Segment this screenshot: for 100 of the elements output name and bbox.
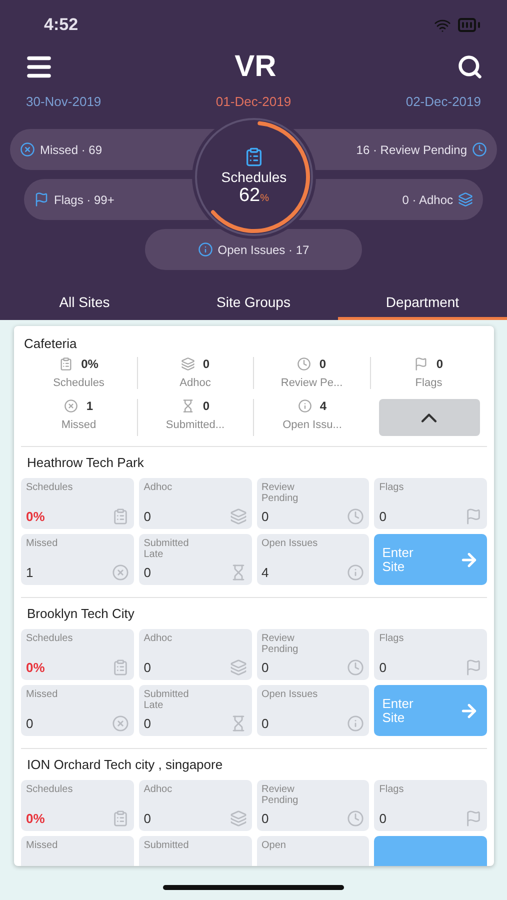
summary-value: 0 bbox=[180, 399, 210, 413]
tile-label: Submitted Late bbox=[144, 689, 190, 711]
tile-label: Missed bbox=[26, 689, 59, 700]
tile-value: 0 bbox=[262, 811, 269, 826]
summary-value: 1 bbox=[64, 399, 94, 413]
stat-label[interactable]: Flags · 99+ bbox=[34, 192, 114, 207]
summary-value: 0% bbox=[59, 357, 98, 371]
tile-value: 0 bbox=[262, 716, 269, 731]
layers-icon bbox=[230, 659, 246, 676]
summary-value: 0 bbox=[414, 357, 444, 371]
tile-label: Flags bbox=[379, 784, 405, 795]
tile-label: Submitted bbox=[144, 840, 190, 851]
tab[interactable]: All Sites bbox=[0, 287, 169, 320]
close-circle-icon bbox=[112, 564, 129, 581]
tile-value: 1 bbox=[26, 565, 34, 580]
tile-label: Adhoc bbox=[144, 784, 174, 795]
summary-label: Schedules bbox=[53, 377, 104, 389]
tile-value: 0 bbox=[144, 716, 151, 731]
flag-icon bbox=[465, 508, 482, 525]
stat-label[interactable]: Missed · 69 bbox=[20, 142, 102, 157]
gauge-value: 62% bbox=[238, 185, 270, 207]
tile-value: 4 bbox=[262, 565, 269, 580]
clipboard-icon bbox=[112, 659, 129, 676]
tile-label: Missed bbox=[26, 840, 59, 851]
flag-icon bbox=[414, 357, 428, 371]
close-circle-icon bbox=[64, 399, 78, 413]
clipboard-icon bbox=[112, 508, 129, 525]
clock-icon bbox=[347, 810, 364, 827]
info-icon bbox=[347, 715, 364, 732]
tile-label: Open Issues bbox=[262, 538, 319, 549]
info-icon bbox=[298, 399, 312, 413]
summary-value: 4 bbox=[298, 399, 327, 413]
tile-label: Schedules bbox=[26, 482, 74, 493]
summary-value: 0 bbox=[180, 357, 210, 371]
tile-value: 0 bbox=[262, 509, 269, 524]
clipboard-icon bbox=[244, 147, 264, 167]
layers-icon bbox=[230, 810, 246, 827]
tile-value: 0% bbox=[26, 509, 45, 524]
department-name: Cafeteria bbox=[23, 335, 78, 353]
info-icon bbox=[347, 564, 364, 581]
hourglass-icon bbox=[180, 399, 195, 413]
tile-label: Review Pending bbox=[262, 482, 300, 504]
summary-label: Flags bbox=[415, 377, 442, 389]
close-circle-icon bbox=[20, 142, 35, 157]
date-tab[interactable]: 02-Dec-2019 bbox=[406, 94, 481, 109]
site-name: ION Orchard Tech city , singapore bbox=[26, 757, 224, 774]
tile-value: 0 bbox=[26, 716, 34, 731]
clock-icon bbox=[297, 357, 312, 371]
tile-label: Open Issues bbox=[262, 689, 319, 700]
tile-label: Flags bbox=[379, 482, 405, 493]
summary-value: 0 bbox=[297, 357, 326, 371]
site-name: Heathrow Tech Park bbox=[26, 455, 145, 472]
search-icon[interactable] bbox=[457, 54, 483, 80]
tile-value: 0 bbox=[262, 660, 269, 675]
clipboard-icon bbox=[59, 357, 74, 371]
flag-icon bbox=[34, 192, 49, 207]
tab[interactable]: Department bbox=[338, 287, 507, 320]
app-title: VR bbox=[234, 50, 276, 84]
tile-label: Schedules bbox=[26, 633, 74, 644]
tile-label: Schedules bbox=[26, 784, 74, 795]
layers-icon bbox=[230, 508, 246, 525]
tile-label: Adhoc bbox=[144, 482, 174, 493]
site-name: Brooklyn Tech City bbox=[26, 606, 136, 623]
tile-value: 0% bbox=[26, 811, 45, 826]
flag-icon bbox=[465, 810, 482, 827]
tile-value: 0% bbox=[26, 660, 45, 675]
flag-icon bbox=[465, 659, 482, 676]
summary-label: Review Pe... bbox=[280, 377, 343, 389]
status-time: 4:52 bbox=[44, 15, 78, 35]
tab[interactable]: Site Groups bbox=[169, 287, 338, 320]
tile-label: Review Pending bbox=[262, 784, 300, 806]
stat-label[interactable]: Open Issues · 17 bbox=[198, 242, 310, 257]
tile-value: 0 bbox=[379, 811, 386, 826]
layers-icon bbox=[180, 357, 195, 371]
summary-label: Submitted... bbox=[166, 419, 225, 431]
tile-label: Adhoc bbox=[144, 633, 174, 644]
tile-label: Submitted Late bbox=[144, 538, 190, 560]
summary-label: Missed bbox=[61, 419, 96, 431]
stat-label[interactable]: 0 · Adhoc bbox=[402, 192, 473, 207]
date-tab[interactable]: 30-Nov-2019 bbox=[26, 94, 102, 109]
tile-value: 0 bbox=[144, 509, 151, 524]
clock-icon bbox=[347, 659, 364, 676]
tile-value: 0 bbox=[144, 811, 151, 826]
date-tab[interactable]: 01-Dec-2019 bbox=[216, 94, 292, 109]
tile-label: Missed bbox=[26, 538, 59, 549]
tile-value: 0 bbox=[379, 509, 386, 524]
clipboard-icon bbox=[112, 810, 129, 827]
clock-icon bbox=[472, 142, 487, 157]
tile-value: 0 bbox=[379, 660, 386, 675]
tile-value: 0 bbox=[144, 660, 151, 675]
tile-label: Flags bbox=[379, 633, 405, 644]
tile-label: Review Pending bbox=[262, 633, 300, 655]
close-circle-icon bbox=[112, 715, 129, 732]
clock-icon bbox=[347, 508, 364, 525]
summary-label: Open Issu... bbox=[282, 419, 342, 431]
summary-label: Adhoc bbox=[180, 377, 211, 389]
gauge-label: Schedules bbox=[221, 169, 287, 185]
info-icon bbox=[198, 242, 213, 257]
stat-label[interactable]: 16 · Review Pending bbox=[356, 142, 487, 157]
tile-label: Open bbox=[262, 840, 287, 851]
